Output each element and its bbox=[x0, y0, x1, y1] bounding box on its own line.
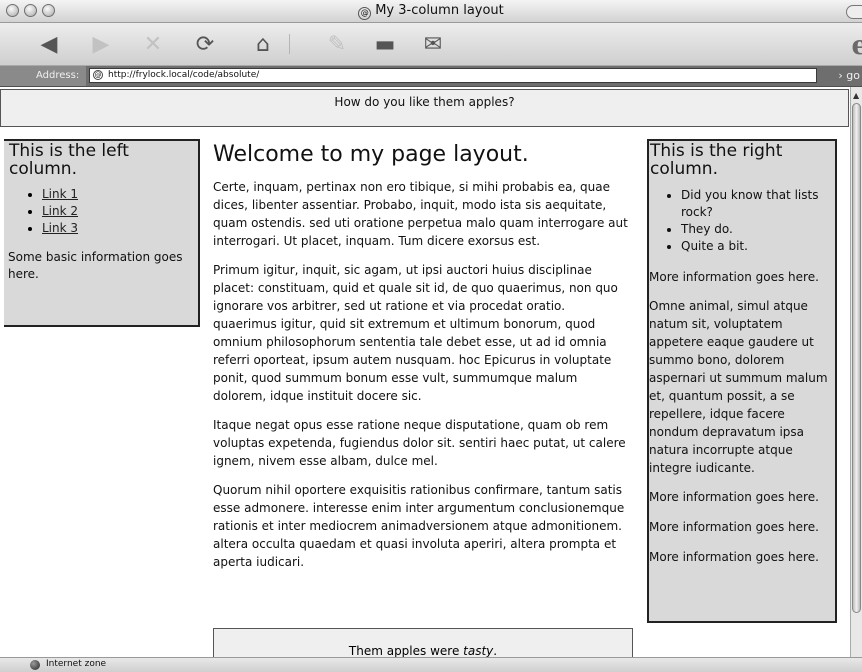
left-column: This is the left column. Link 1 Link 2 L… bbox=[4, 139, 200, 327]
url-input[interactable]: @ http://frylock.local/code/absolute/ bbox=[89, 68, 817, 83]
web-page-viewport: How do you like them apples? This is the… bbox=[0, 87, 850, 657]
footer-suffix: . bbox=[493, 644, 498, 657]
page-footer: Them apples were tasty. bbox=[213, 628, 633, 657]
right-info-3: More information goes here. bbox=[649, 520, 819, 534]
browser-toolbar: ◀ ▶ ✕ ⟳ ⌂ ✎ ▬ ✉ e bbox=[0, 23, 862, 66]
window-title-area: @ My 3-column layout bbox=[0, 3, 862, 20]
right-column-heading: This is the right column. bbox=[650, 141, 783, 179]
list-item: They do. bbox=[681, 221, 835, 238]
right-column: This is the right column. Did you know t… bbox=[647, 139, 837, 623]
page-header: How do you like them apples? bbox=[0, 89, 849, 127]
link-1[interactable]: Link 1 bbox=[42, 187, 78, 201]
go-label: go bbox=[846, 69, 860, 82]
address-bar: Address: @ http://frylock.local/code/abso… bbox=[0, 66, 862, 87]
link-2[interactable]: Link 2 bbox=[42, 204, 78, 218]
title-bar: @ My 3-column layout bbox=[0, 0, 862, 23]
internet-zone-icon bbox=[30, 660, 40, 670]
list-item: Link 2 bbox=[42, 203, 198, 220]
toolbar-separator bbox=[289, 34, 290, 54]
main-paragraph-1: Certe, inquam, pertinax non ero tibique,… bbox=[213, 180, 628, 248]
right-bullet-list: Did you know that lists rock? They do. Q… bbox=[649, 187, 835, 255]
stop-icon[interactable]: ✕ bbox=[138, 31, 168, 57]
footer-emphasis: tasty bbox=[463, 644, 494, 657]
main-content: Welcome to my page layout. Certe, inquam… bbox=[213, 139, 631, 582]
list-item: Quite a bit. bbox=[681, 238, 835, 255]
internet-explorer-logo-icon: e bbox=[851, 31, 862, 61]
url-text: http://frylock.local/code/absolute/ bbox=[108, 70, 260, 80]
home-icon[interactable]: ⌂ bbox=[248, 31, 278, 57]
list-item: Link 1 bbox=[42, 186, 198, 203]
right-info-4: More information goes here. bbox=[649, 550, 819, 564]
refresh-icon[interactable]: ⟳ bbox=[190, 31, 220, 57]
zone-status-text: Internet zone bbox=[46, 659, 107, 669]
forward-arrow-icon[interactable]: ▶ bbox=[86, 31, 116, 57]
list-item: Did you know that lists rock? bbox=[681, 187, 835, 221]
vertical-scrollbar[interactable]: ▲ bbox=[850, 87, 862, 657]
mail-icon[interactable]: ✉ bbox=[418, 31, 448, 57]
back-arrow-icon[interactable]: ◀ bbox=[34, 31, 64, 57]
left-info-text: Some basic information goes here. bbox=[8, 250, 183, 281]
address-label: Address: bbox=[0, 66, 86, 86]
left-column-heading: This is the left column. bbox=[9, 141, 129, 179]
right-info-1: More information goes here. bbox=[649, 270, 819, 284]
main-paragraph-4: Quorum nihil oportere exquisitis rationi… bbox=[213, 483, 625, 569]
footer-prefix: Them apples were bbox=[348, 644, 464, 657]
window-title: My 3-column layout bbox=[375, 3, 504, 18]
page-title: Welcome to my page layout. bbox=[213, 142, 529, 167]
toolbar-toggle-button[interactable] bbox=[846, 5, 862, 19]
left-link-list: Link 1 Link 2 Link 3 bbox=[4, 186, 198, 237]
right-info-2: More information goes here. bbox=[649, 490, 819, 504]
page-globe-icon: @ bbox=[358, 7, 372, 20]
print-icon[interactable]: ▬ bbox=[370, 31, 400, 57]
go-button[interactable]: › go bbox=[838, 66, 862, 86]
main-paragraph-2: Primum igitur, inquit, sic agam, ut ipsi… bbox=[213, 263, 618, 403]
autofill-icon[interactable]: ✎ bbox=[322, 31, 352, 57]
scroll-up-arrow-icon[interactable]: ▲ bbox=[853, 91, 859, 100]
url-globe-icon: @ bbox=[93, 70, 103, 80]
right-latin-paragraph: Omne animal, simul atque natum sit, volu… bbox=[649, 299, 828, 475]
list-item: Link 3 bbox=[42, 220, 198, 237]
link-3[interactable]: Link 3 bbox=[42, 221, 78, 235]
scroll-thumb[interactable] bbox=[852, 103, 861, 613]
status-bar: Internet zone bbox=[0, 657, 862, 672]
main-paragraph-3: Itaque negat opus esse ratione neque dis… bbox=[213, 418, 626, 468]
